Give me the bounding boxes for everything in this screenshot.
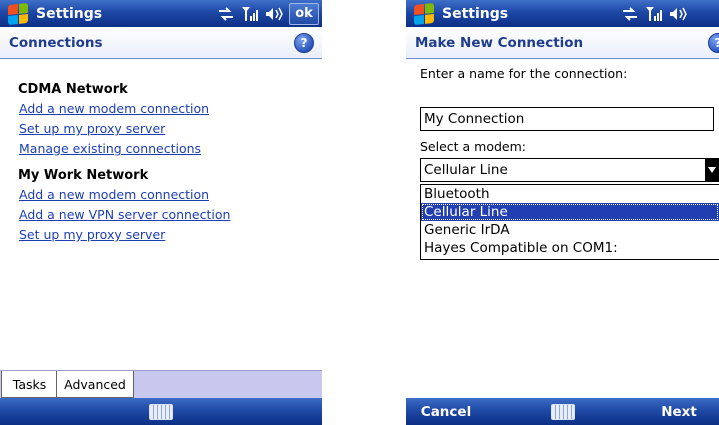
connection-name-field[interactable]: My Connection [420,107,714,131]
modem-select-label: Select a modem: [420,139,527,154]
tab-bar: Tasks Advanced [0,370,322,398]
app-title: Settings [442,5,509,22]
keyboard-icon[interactable] [149,403,173,420]
chevron-down-icon[interactable] [705,159,719,181]
connection-name-label: Enter a name for the connection: [420,66,628,81]
option-hayes-com1[interactable]: Hayes Compatible on COM1: [421,239,719,257]
windows-start-icon[interactable] [414,2,434,25]
ok-button[interactable]: ok [289,2,319,25]
speaker-icon[interactable] [669,6,687,22]
soft-key-bar [0,398,322,425]
speaker-icon[interactable] [265,6,283,22]
connections-screen: Settings ok Connections ? CDMA Network A… [0,0,322,425]
modem-dropdown-list: Bluetooth Cellular Line Generic IrDA Hay… [420,184,719,260]
group-title: CDMA Network [18,82,128,97]
status-icons [217,6,283,22]
page-header: Connections ? [0,27,322,59]
connectivity-icon[interactable] [217,6,235,21]
page-header: Make New Connection ? [406,27,719,59]
page-title: Make New Connection [415,34,584,51]
app-title: Settings [36,5,103,22]
link-manage-connections[interactable]: Manage existing connections [19,139,209,159]
link-add-vpn-connection[interactable]: Add a new VPN server connection [19,205,230,225]
cancel-button[interactable]: Cancel [406,404,486,420]
modem-select-value: Cellular Line [424,162,508,178]
title-bar: Settings ok [0,0,322,27]
windows-start-icon[interactable] [8,2,28,25]
page-title: Connections [9,34,103,51]
help-icon[interactable]: ? [294,32,314,53]
link-setup-proxy-server[interactable]: Set up my proxy server [19,225,230,245]
tab-advanced[interactable]: Advanced [56,371,134,398]
network-group-cdma: CDMA Network Add a new modem connection … [0,81,209,159]
signal-icon[interactable] [241,6,259,22]
make-new-connection-screen: Settings Make New Connection ? Enter a n… [406,0,719,425]
option-generic-irda[interactable]: Generic IrDA [421,221,719,239]
modem-select[interactable]: Cellular Line [420,158,719,182]
connectivity-icon[interactable] [621,6,639,21]
next-button[interactable]: Next [639,404,719,420]
tab-tasks[interactable]: Tasks [1,371,58,398]
link-setup-proxy-server[interactable]: Set up my proxy server [19,119,209,139]
network-group-work: My Work Network Add a new modem connecti… [0,167,230,245]
soft-key-bar: Cancel Next [406,398,719,425]
signal-icon[interactable] [645,6,663,22]
group-title: My Work Network [18,168,149,183]
help-icon[interactable]: ? [708,32,719,53]
option-cellular-line[interactable]: Cellular Line [421,203,719,221]
keyboard-icon[interactable] [550,403,575,420]
link-add-modem-connection[interactable]: Add a new modem connection [19,185,230,205]
title-bar: Settings [406,0,719,27]
status-icons [621,6,687,22]
option-bluetooth[interactable]: Bluetooth [421,185,719,203]
link-add-modem-connection[interactable]: Add a new modem connection [19,99,209,119]
